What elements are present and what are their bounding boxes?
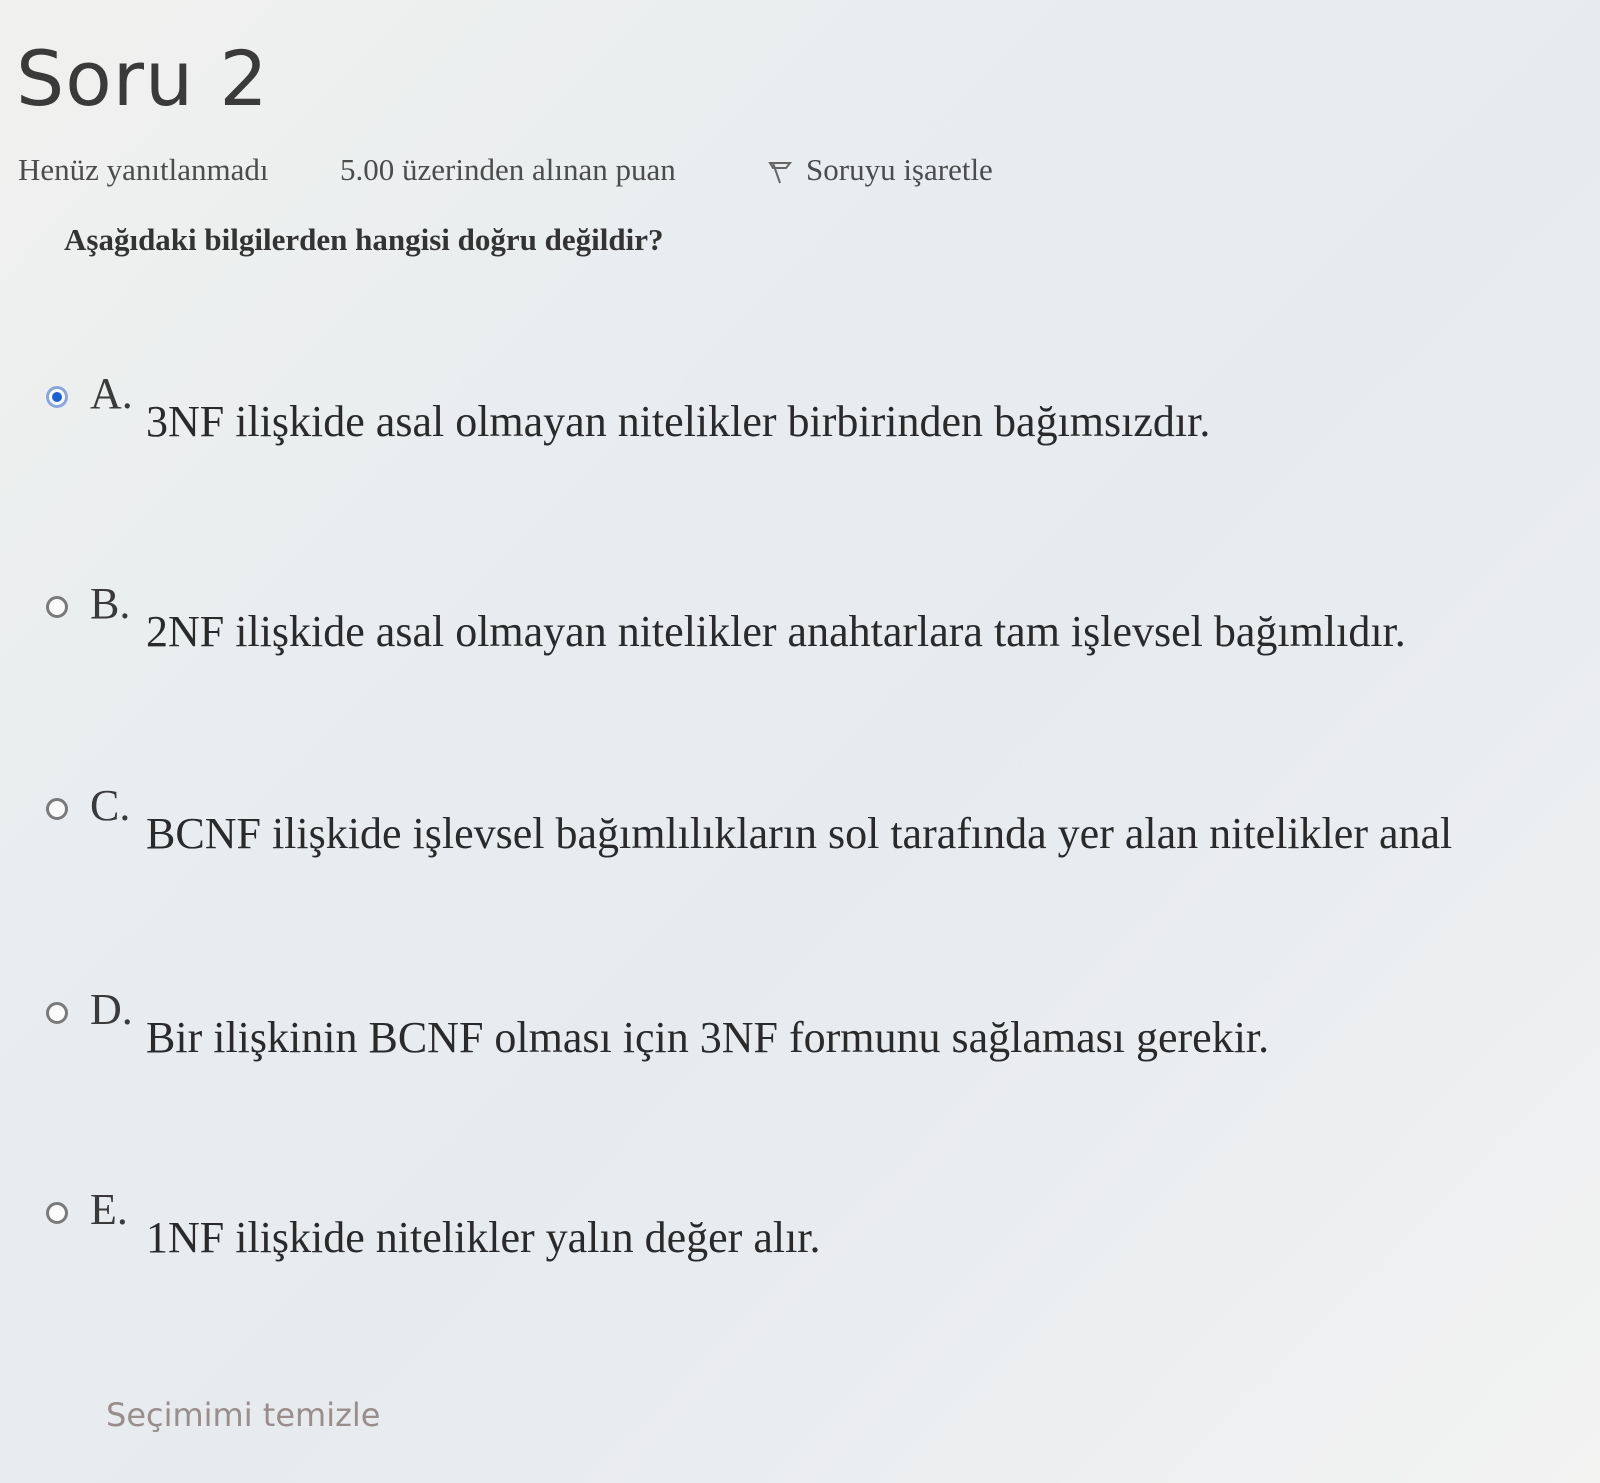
radio-button-d[interactable]: [46, 1002, 68, 1024]
option-text-b: 2NF ilişkide asal olmayan nitelikler ana…: [146, 607, 1406, 656]
flag-icon: [768, 157, 793, 184]
option-letter-d: D.: [90, 985, 133, 1034]
radio-button-b[interactable]: [46, 596, 68, 618]
answer-option-a[interactable]: A. 3NF ilişkide asal olmayan nitelikler …: [40, 369, 1600, 470]
question-title: Soru 2: [16, 34, 269, 123]
clear-choice-link[interactable]: Seçimimi temizle: [106, 1396, 380, 1434]
answer-option-e[interactable]: E. 1NF ilişkide nitelikler yalın değer a…: [40, 1185, 1600, 1286]
question-grade: 5.00 üzerinden alınan puan: [340, 152, 676, 187]
option-letter-b: B.: [90, 579, 131, 628]
answer-option-b[interactable]: B. 2NF ilişkide asal olmayan nitelikler …: [40, 579, 1600, 680]
radio-button-e[interactable]: [46, 1202, 68, 1224]
radio-button-a[interactable]: [46, 386, 68, 408]
flag-question-label: Soruyu işaretle: [806, 152, 993, 187]
option-letter-c: C.: [90, 781, 131, 830]
answer-option-c[interactable]: C. BCNF ilişkide işlevsel bağımlılıkları…: [40, 781, 1600, 882]
radio-button-c[interactable]: [46, 798, 68, 820]
question-text: Aşağıdaki bilgilerden hangisi doğru deği…: [64, 222, 664, 257]
option-text-e: 1NF ilişkide nitelikler yalın değer alır…: [146, 1213, 821, 1262]
option-text-d: Bir ilişkinin BCNF olması için 3NF formu…: [146, 1013, 1270, 1062]
option-text-a: 3NF ilişkide asal olmayan nitelikler bir…: [146, 397, 1211, 446]
option-letter-e: E.: [90, 1185, 128, 1234]
flag-question-link[interactable]: Soruyu işaretle: [768, 152, 993, 188]
answer-option-d[interactable]: D. Bir ilişkinin BCNF olması için 3NF fo…: [40, 985, 1600, 1086]
option-text-c: BCNF ilişkide işlevsel bağımlılıkların s…: [146, 809, 1453, 858]
option-letter-a: A.: [90, 369, 133, 418]
question-status: Henüz yanıtlanmadı: [18, 152, 269, 187]
